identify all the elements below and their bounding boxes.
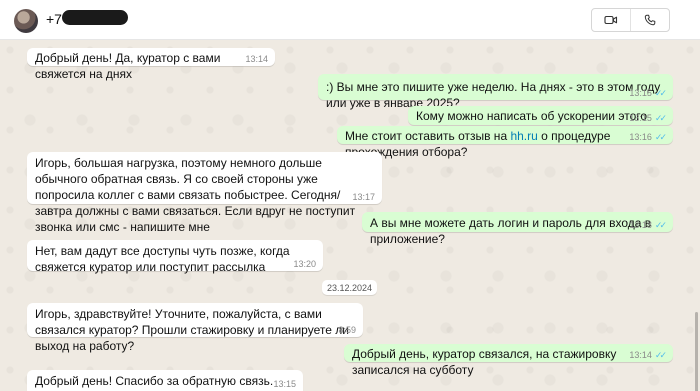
date-separator: 23.12.2024	[322, 280, 377, 295]
read-ticks-icon: ✓✓	[654, 88, 667, 98]
voice-call-button[interactable]	[630, 9, 669, 31]
contact-name[interactable]: +7	[46, 11, 62, 27]
read-ticks-icon: ✓✓	[654, 350, 667, 360]
message-outgoing[interactable]: :) Вы мне это пишите уже неделю. На днях…	[318, 74, 673, 110]
chat-header: +7	[0, 0, 700, 40]
message-outgoing[interactable]: Мне стоит оставить отзыв на hh.ru о проц…	[337, 126, 673, 159]
message-outgoing[interactable]: Кому можно написать об ускорении этого п…	[408, 106, 673, 139]
message-time: 8:59	[338, 325, 356, 335]
message-meta: 13:18 ✓✓	[629, 220, 667, 230]
chat-scrollbar[interactable]	[695, 312, 698, 391]
read-ticks-icon: ✓✓	[654, 220, 667, 230]
message-time: 13:15	[629, 88, 652, 98]
message-text: Добрый день, куратор связался, на стажир…	[352, 347, 617, 377]
read-ticks-icon: ✓✓	[654, 132, 667, 142]
video-call-button[interactable]	[592, 9, 630, 31]
contact-avatar[interactable]	[14, 9, 38, 33]
message-time: 13:15	[273, 379, 296, 389]
message-incoming[interactable]: Игорь, большая нагрузка, поэтому немного…	[27, 152, 382, 234]
message-meta: 13:20	[293, 259, 316, 269]
message-meta: 13:15	[273, 379, 296, 389]
message-list[interactable]: Добрый день! Да, куратор с вами свяжется…	[0, 40, 700, 391]
message-time: 13:20	[293, 259, 316, 269]
hh-ru-link[interactable]: hh.ru	[510, 129, 537, 143]
message-meta: 8:59	[338, 325, 356, 335]
message-incoming[interactable]: Добрый день! Да, куратор с вами свяжется…	[27, 48, 275, 81]
message-time: 13:16	[629, 132, 652, 142]
message-meta: 13:15 ✓✓	[629, 113, 667, 123]
message-text: Добрый день! Да, куратор с вами свяжется…	[35, 51, 221, 81]
message-meta: 13:14 ✓✓	[629, 350, 667, 360]
message-outgoing[interactable]: Добрый день, куратор связался, на стажир…	[344, 344, 673, 377]
message-time: 13:18	[629, 220, 652, 230]
message-outgoing[interactable]: А вы мне можете дать логин и пароль для …	[362, 212, 673, 246]
message-meta: 13:16 ✓✓	[629, 132, 667, 142]
phone-icon	[644, 14, 656, 26]
message-incoming[interactable]: Нет, вам дадут все доступы чуть позже, к…	[27, 240, 323, 274]
message-text: Добрый день! Спасибо за обратную связь. …	[35, 374, 274, 391]
message-time: 13:14	[629, 350, 652, 360]
message-text: Игорь, большая нагрузка, поэтому немного…	[35, 156, 356, 234]
message-meta: 13:14	[245, 54, 268, 64]
message-text: Игорь, здравствуйте! Уточните, пожалуйст…	[35, 307, 349, 353]
read-ticks-icon: ✓✓	[654, 113, 667, 123]
message-text-before: Мне стоит оставить отзыв на	[345, 129, 511, 143]
message-time: 13:17	[352, 192, 375, 202]
message-time: 13:14	[245, 54, 268, 64]
message-meta: 13:17	[352, 192, 375, 202]
message-text: А вы мне можете дать логин и пароль для …	[370, 216, 652, 246]
message-incoming[interactable]: Игорь, здравствуйте! Уточните, пожалуйст…	[27, 303, 363, 353]
message-meta: 13:15 ✓✓	[629, 88, 667, 98]
call-buttons	[591, 8, 670, 32]
redacted-phone-number	[62, 10, 128, 25]
message-text: Нет, вам дадут все доступы чуть позже, к…	[35, 244, 290, 274]
message-time: 13:15	[629, 113, 652, 123]
message-incoming[interactable]: Добрый день! Спасибо за обратную связь. …	[27, 370, 303, 391]
whatsapp-window: +7 Добрый день! Да, куратор с вами свяже…	[0, 0, 700, 391]
video-camera-icon	[604, 15, 618, 25]
